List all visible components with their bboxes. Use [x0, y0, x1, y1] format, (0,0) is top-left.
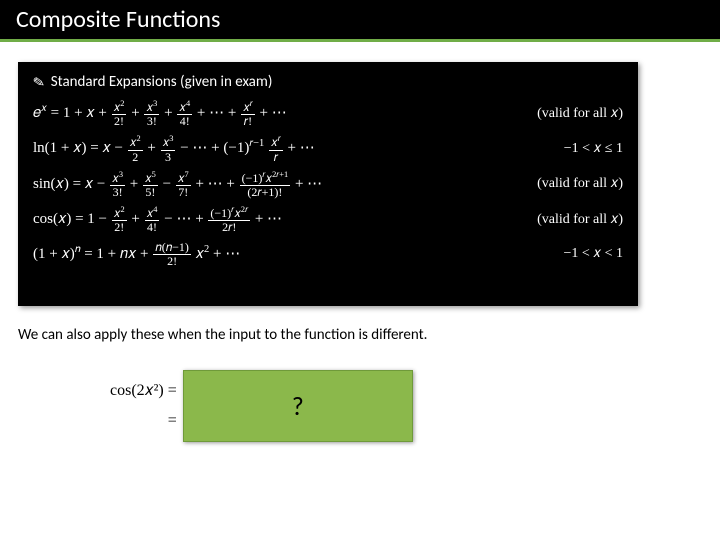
- page-title: Composite Functions: [16, 5, 220, 34]
- answer-placeholder: ?: [292, 390, 304, 422]
- example-lhs-line1: cos(2𝑥²) =: [110, 376, 177, 406]
- validity-ln: −1 < 𝑥 ≤ 1: [564, 141, 623, 157]
- example-row: cos(2𝑥²) = = ?: [110, 370, 413, 442]
- expansion-row-sin: sin(𝑥) = 𝑥 − 𝑥33! + 𝑥55! − 𝑥77! + ⋯ + (−…: [33, 170, 623, 199]
- expansions-header: ✎ Standard Expansions (given in exam): [33, 73, 623, 91]
- expansion-row-binom: (1 + 𝑥)𝑛 = 1 + 𝑛𝑥 + 𝑛(𝑛−1)2! 𝑥2 + ⋯ −1 <…: [33, 241, 623, 268]
- validity-sin: (valid for all 𝑥): [537, 176, 623, 192]
- expansions-panel: ✎ Standard Expansions (given in exam) 𝑒𝑥…: [18, 62, 638, 306]
- example-lhs-line2: =: [110, 406, 177, 436]
- validity-ex: (valid for all 𝑥): [537, 106, 623, 122]
- example-lhs: cos(2𝑥²) = =: [110, 376, 177, 437]
- expansion-row-ln: ln(1 + 𝑥) = 𝑥 − 𝑥22 + 𝑥33 − ⋯ + (−1)𝑟−1 …: [33, 134, 623, 163]
- formula-ex: 𝑒𝑥 = 1 + 𝑥 + 𝑥22! + 𝑥33! + 𝑥44! + ⋯ + 𝑥𝑟…: [33, 99, 287, 128]
- formula-binom: (1 + 𝑥)𝑛 = 1 + 𝑛𝑥 + 𝑛(𝑛−1)2! 𝑥2 + ⋯: [33, 241, 240, 268]
- expansion-row-cos: cos(𝑥) = 1 − 𝑥22! + 𝑥44! − ⋯ + (−1)𝑟𝑥2𝑟2…: [33, 205, 623, 234]
- expansions-header-text: Standard Expansions (given in exam): [51, 73, 273, 91]
- answer-box[interactable]: ?: [183, 370, 413, 442]
- validity-binom: −1 < 𝑥 < 1: [564, 246, 624, 262]
- formula-sin: sin(𝑥) = 𝑥 − 𝑥33! + 𝑥55! − 𝑥77! + ⋯ + (−…: [33, 170, 322, 199]
- pen-icon: ✎: [32, 73, 47, 92]
- title-bar: Composite Functions: [0, 0, 720, 42]
- formula-cos: cos(𝑥) = 1 − 𝑥22! + 𝑥44! − ⋯ + (−1)𝑟𝑥2𝑟2…: [33, 205, 282, 234]
- formula-ln: ln(1 + 𝑥) = 𝑥 − 𝑥22 + 𝑥33 − ⋯ + (−1)𝑟−1 …: [33, 134, 315, 163]
- body-text: We can also apply these when the input t…: [18, 326, 427, 344]
- validity-cos: (valid for all 𝑥): [537, 212, 623, 228]
- expansion-row-ex: 𝑒𝑥 = 1 + 𝑥 + 𝑥22! + 𝑥33! + 𝑥44! + ⋯ + 𝑥𝑟…: [33, 99, 623, 128]
